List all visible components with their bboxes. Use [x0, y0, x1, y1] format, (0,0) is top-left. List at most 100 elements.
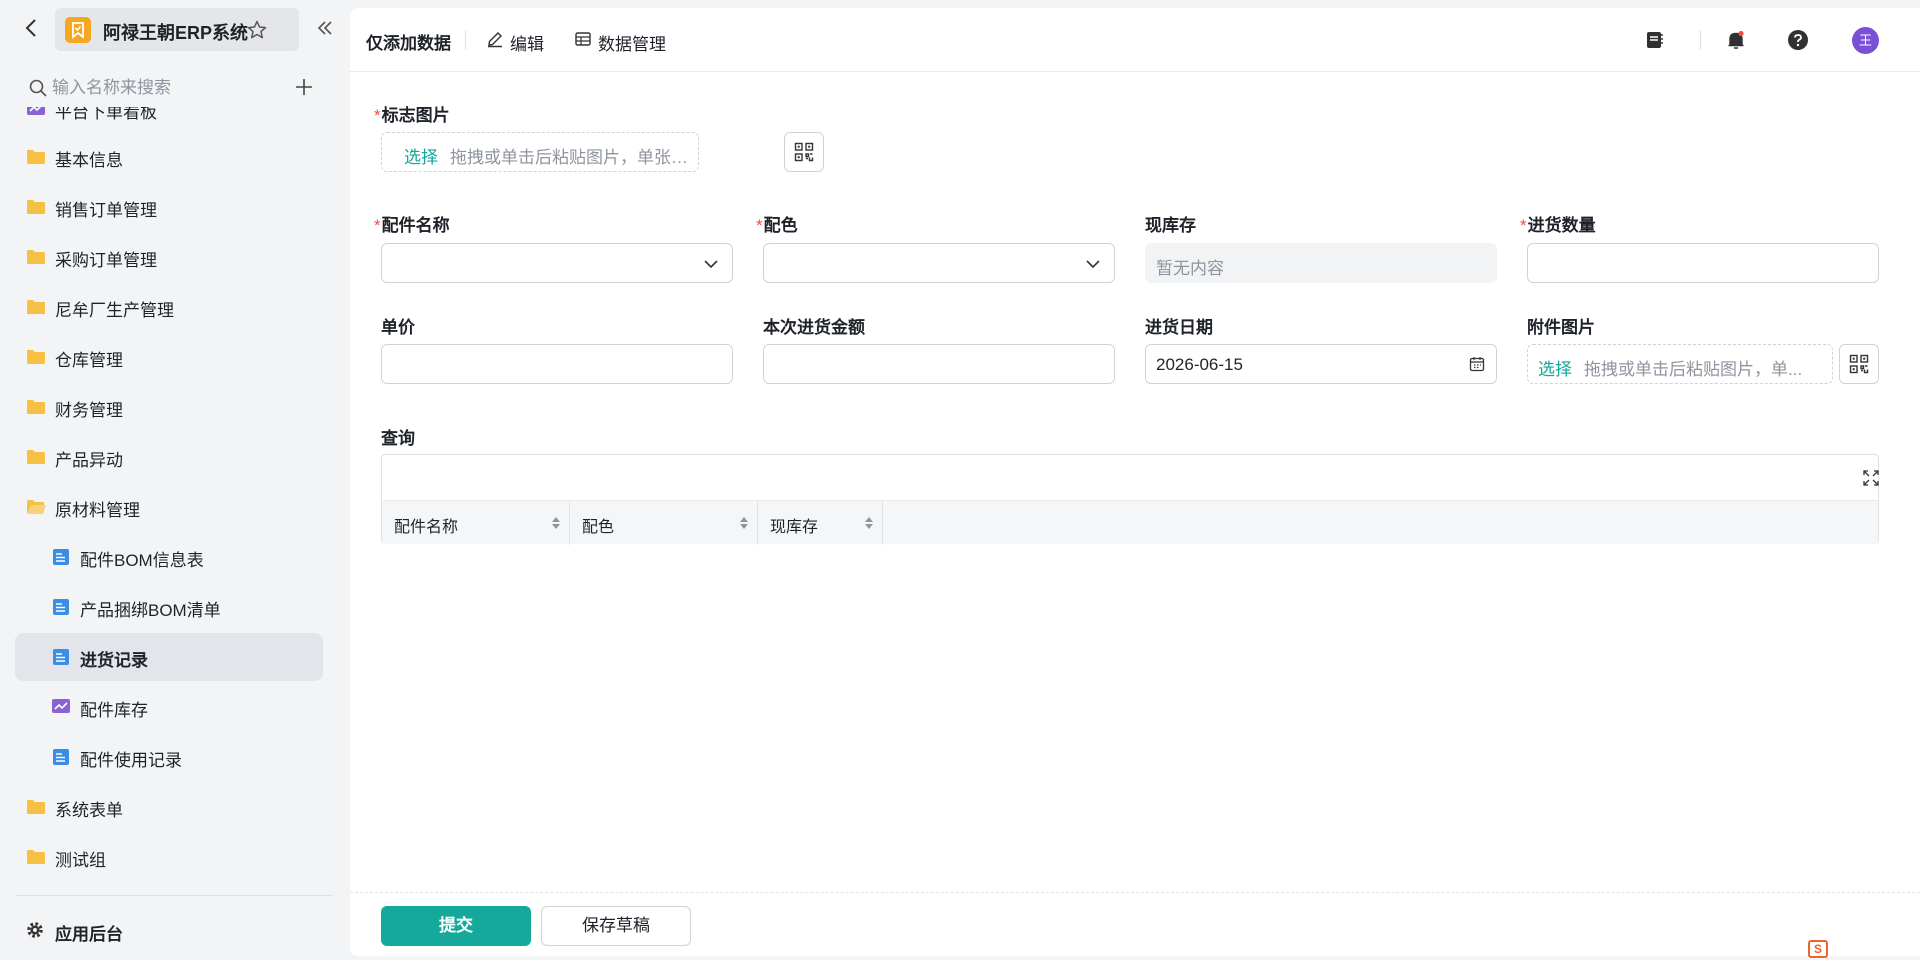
table-header: 配件名称 配色 现库存	[382, 500, 1878, 545]
sidebar-item-label: 测试组	[55, 851, 106, 870]
sidebar-header: 阿禄王朝ERP系统	[0, 0, 348, 58]
sidebar-item-sales-orders[interactable]: 销售订单管理	[15, 183, 323, 231]
attachment-label: 附件图片	[1527, 318, 1595, 337]
sidebar-item-purchase-records[interactable]: 进货记录	[15, 633, 323, 681]
color-select[interactable]	[763, 243, 1115, 283]
logo-image-pick-link[interactable]: 选择	[404, 143, 438, 168]
sidebar-item-raw-materials[interactable]: 原材料管理	[15, 483, 323, 531]
sidebar-item-bundle-bom[interactable]: 产品捆绑BOM清单	[15, 583, 323, 631]
attachment-hint: 拖拽或单击后粘贴图片，单...	[1584, 360, 1803, 379]
color-label: *配色	[756, 211, 798, 236]
bell-icon[interactable]	[1724, 28, 1748, 52]
logo-image-qr-button[interactable]	[784, 132, 824, 172]
sidebar-item-label: 产品捆绑BOM清单	[80, 601, 221, 620]
sidebar-item-basic-info[interactable]: 基本信息	[15, 133, 323, 181]
sidebar-item-test-group[interactable]: 测试组	[15, 833, 323, 875]
attachment-qr-button[interactable]	[1839, 344, 1879, 384]
column-header-color[interactable]: 配色	[570, 501, 758, 545]
form-icon	[50, 547, 72, 567]
sidebar-item-finance[interactable]: 财务管理	[15, 383, 323, 431]
expand-icon[interactable]	[1862, 469, 1880, 487]
logo-image-label: *标志图片	[374, 101, 450, 126]
ime-badge[interactable]: S	[1808, 940, 1828, 958]
folder-icon	[25, 797, 47, 817]
add-icon[interactable]	[293, 76, 315, 98]
stock-label: 现库存	[1145, 216, 1196, 235]
required-mark: *	[374, 216, 381, 235]
query-label: 查询	[381, 429, 415, 448]
sort-icon	[739, 515, 749, 531]
star-icon[interactable]	[246, 19, 268, 41]
form-icon	[50, 597, 72, 617]
app-title: 阿禄王朝ERP系统	[103, 23, 249, 43]
unit-price-input[interactable]	[381, 344, 733, 384]
query-table: 配件名称 配色 现库存	[381, 454, 1880, 545]
sidebar-item-part-bom[interactable]: 配件BOM信息表	[15, 533, 323, 581]
form-icon	[50, 747, 72, 767]
folder-icon	[25, 847, 47, 867]
logo-image-upload[interactable]: 选择 拖拽或单击后粘贴图片，单张20MB以内	[381, 132, 699, 172]
sidebar-item-label: 产品异动	[55, 451, 123, 470]
save-draft-button[interactable]: 保存草稿	[541, 906, 691, 946]
sidebar-item-part-stock[interactable]: 配件库存	[15, 683, 323, 731]
stock-placeholder: 暂无内容	[1156, 259, 1224, 278]
folder-open-icon	[25, 497, 47, 517]
help-icon[interactable]	[1786, 28, 1810, 52]
column-header-part-name[interactable]: 配件名称	[382, 501, 570, 545]
topbar-divider	[465, 30, 466, 50]
collapse-sidebar-icon[interactable]	[314, 17, 336, 39]
main-panel: 仅添加数据 编辑 数据管理 王 *标志图片 选择 拖拽或单击后粘贴图片，单张20…	[350, 8, 1920, 956]
attachment-upload[interactable]: 选择 拖拽或单击后粘贴图片，单...	[1527, 344, 1833, 384]
avatar[interactable]: 王	[1852, 27, 1879, 54]
folder-icon	[25, 447, 47, 467]
edit-label: 编辑	[510, 35, 544, 54]
sidebar-item-system-forms[interactable]: 系统表单	[15, 783, 323, 831]
purchase-date-picker[interactable]: 2026-06-15	[1145, 344, 1497, 384]
sidebar-item-warehouse[interactable]: 仓库管理	[15, 333, 323, 381]
sidebar-item-label: 进货记录	[80, 651, 148, 670]
purchase-qty-label: *进货数量	[1520, 211, 1596, 236]
book-icon[interactable]	[1642, 28, 1666, 52]
color-label-text: 配色	[763, 216, 798, 235]
app-admin-link[interactable]: 应用后台	[15, 908, 323, 952]
folder-icon	[25, 297, 47, 317]
sidebar-item-label: 采购订单管理	[55, 251, 157, 270]
dashboard-icon	[50, 697, 72, 717]
part-name-select[interactable]	[381, 243, 733, 283]
amount-input[interactable]	[763, 344, 1115, 384]
column-header-stock[interactable]: 现库存	[758, 501, 883, 545]
sidebar-item-part-usage[interactable]: 配件使用记录	[15, 733, 323, 781]
chevron-down-icon	[702, 255, 720, 273]
sidebar-item-label: 配件BOM信息表	[80, 551, 204, 570]
folder-icon	[25, 397, 47, 417]
folder-icon	[25, 247, 47, 267]
purchase-date-label: 进货日期	[1145, 318, 1213, 337]
qr-code-icon	[794, 142, 814, 162]
part-name-label: *配件名称	[374, 211, 450, 236]
sidebar-item-platform-dashboard[interactable]: 平台下单看板	[15, 107, 323, 133]
page-title: 仅添加数据	[366, 34, 451, 53]
attachment-pick-link[interactable]: 选择	[1538, 355, 1572, 380]
folder-icon	[25, 347, 47, 367]
search-icon	[28, 78, 48, 98]
app-switcher[interactable]: 阿禄王朝ERP系统	[55, 8, 299, 51]
sidebar-item-label: 配件库存	[80, 701, 148, 720]
submit-button[interactable]: 提交	[381, 906, 531, 946]
app-admin-label: 应用后台	[55, 925, 123, 944]
logo-image-hint: 拖拽或单击后粘贴图片，单张20MB以内	[450, 148, 690, 167]
sidebar-item-label: 系统表单	[55, 801, 123, 820]
sort-icon	[551, 515, 561, 531]
sidebar-item-purchase-orders[interactable]: 采购订单管理	[15, 233, 323, 281]
sidebar-item-factory-production[interactable]: 尼牟厂生产管理	[15, 283, 323, 331]
purchase-qty-input[interactable]	[1527, 243, 1879, 283]
purchase-qty-label-text: 进货数量	[1527, 216, 1596, 235]
back-icon[interactable]	[20, 16, 44, 40]
sidebar-item-label: 配件使用记录	[80, 751, 182, 770]
purchase-date-value: 2026-06-15	[1156, 355, 1243, 374]
qr-code-icon	[1849, 354, 1869, 374]
sidebar-item-product-changes[interactable]: 产品异动	[15, 433, 323, 481]
part-name-label-text: 配件名称	[381, 216, 450, 235]
search-input[interactable]	[52, 76, 252, 100]
column-header-label: 配色	[582, 519, 615, 536]
dashboard-icon	[25, 107, 47, 119]
